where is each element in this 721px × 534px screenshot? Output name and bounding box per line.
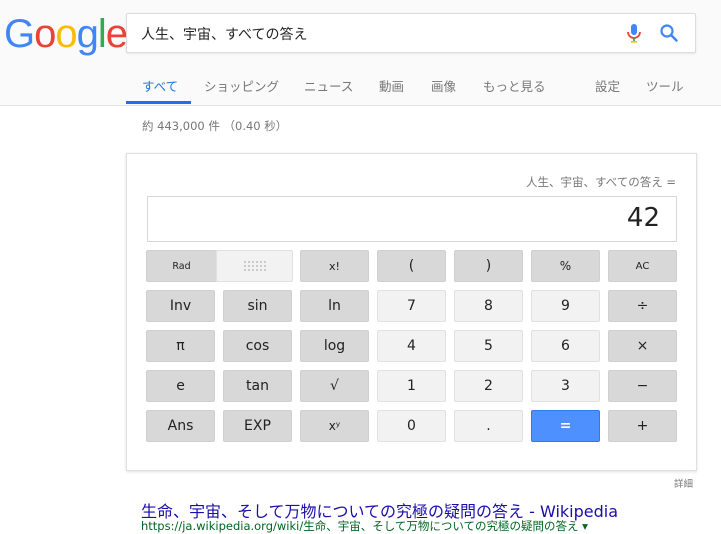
logo-letter: l: [97, 12, 107, 56]
ans-button[interactable]: Ans: [146, 410, 215, 442]
calculator-result: 42: [626, 203, 660, 233]
logo-letter: g: [76, 12, 99, 56]
deg-button[interactable]: [216, 250, 293, 282]
equals-button[interactable]: =: [531, 410, 600, 442]
plus-button[interactable]: +: [608, 410, 677, 442]
result-stats: 約 443,000 件 （0.40 秒）: [142, 119, 288, 133]
multiply-button[interactable]: ×: [608, 330, 677, 362]
decimal-button[interactable]: .: [454, 410, 523, 442]
digit-1-button[interactable]: 1: [377, 370, 446, 402]
log-button[interactable]: log: [300, 330, 369, 362]
inv-button[interactable]: Inv: [146, 290, 215, 322]
tab-news[interactable]: ニュース: [304, 76, 353, 95]
logo-letter: o: [55, 12, 77, 56]
calculator-display: 42: [147, 196, 677, 242]
tab-videos[interactable]: 動画: [379, 76, 404, 95]
search-tabs: すべて ショッピング ニュース 動画 画像 もっと見る 設定 ツール: [0, 64, 721, 106]
search-box: [126, 13, 696, 53]
digit-6-button[interactable]: 6: [531, 330, 600, 362]
sqrt-button[interactable]: √: [300, 370, 369, 402]
power-button[interactable]: xʸ: [300, 410, 369, 442]
digit-3-button[interactable]: 3: [531, 370, 600, 402]
details-link[interactable]: 詳細: [674, 476, 693, 490]
tab-tools[interactable]: ツール: [646, 76, 684, 95]
pi-button[interactable]: π: [146, 330, 215, 362]
tab-more[interactable]: もっと見る: [483, 76, 546, 95]
left-paren-button[interactable]: (: [377, 250, 446, 282]
digit-7-button[interactable]: 7: [377, 290, 446, 322]
percent-button[interactable]: %: [531, 250, 600, 282]
logo-letter: G: [4, 12, 35, 56]
e-button[interactable]: e: [146, 370, 215, 402]
calculator-card: 人生、宇宙、すべての答え = 42 Rad x! ( ) % AC Inv si…: [126, 153, 697, 471]
logo-letter: e: [105, 12, 128, 56]
active-tab-indicator: [126, 101, 191, 104]
tab-all[interactable]: すべて: [142, 76, 178, 95]
ln-button[interactable]: ln: [300, 290, 369, 322]
deg-dots-icon: [242, 260, 267, 272]
logo-letter: o: [34, 12, 56, 56]
google-logo[interactable]: Google: [4, 10, 128, 58]
search-icon[interactable]: [659, 23, 679, 43]
digit-2-button[interactable]: 2: [454, 370, 523, 402]
cos-button[interactable]: cos: [223, 330, 292, 362]
mic-icon[interactable]: [625, 23, 643, 43]
all-clear-button[interactable]: AC: [608, 250, 677, 282]
minus-button[interactable]: −: [608, 370, 677, 402]
digit-4-button[interactable]: 4: [377, 330, 446, 362]
tan-button[interactable]: tan: [223, 370, 292, 402]
result-url: https://ja.wikipedia.org/wiki/生命、宇宙、そして万…: [141, 519, 588, 533]
factorial-button[interactable]: x!: [300, 250, 369, 282]
tab-shopping[interactable]: ショッピング: [204, 76, 279, 95]
right-paren-button[interactable]: ): [454, 250, 523, 282]
divide-button[interactable]: ÷: [608, 290, 677, 322]
exp-button[interactable]: EXP: [223, 410, 292, 442]
digit-0-button[interactable]: 0: [377, 410, 446, 442]
digit-5-button[interactable]: 5: [454, 330, 523, 362]
header-bar: Google すべて ショッピング ニュース 動画 画像 もっと見る 設定 ツー…: [0, 0, 721, 106]
rad-button[interactable]: Rad: [146, 250, 217, 282]
sin-button[interactable]: sin: [223, 290, 292, 322]
digit-9-button[interactable]: 9: [531, 290, 600, 322]
calculator-expression: 人生、宇宙、すべての答え =: [525, 175, 676, 189]
digit-8-button[interactable]: 8: [454, 290, 523, 322]
tab-images[interactable]: 画像: [431, 76, 456, 95]
tab-settings[interactable]: 設定: [595, 76, 620, 95]
search-input[interactable]: [139, 22, 613, 46]
